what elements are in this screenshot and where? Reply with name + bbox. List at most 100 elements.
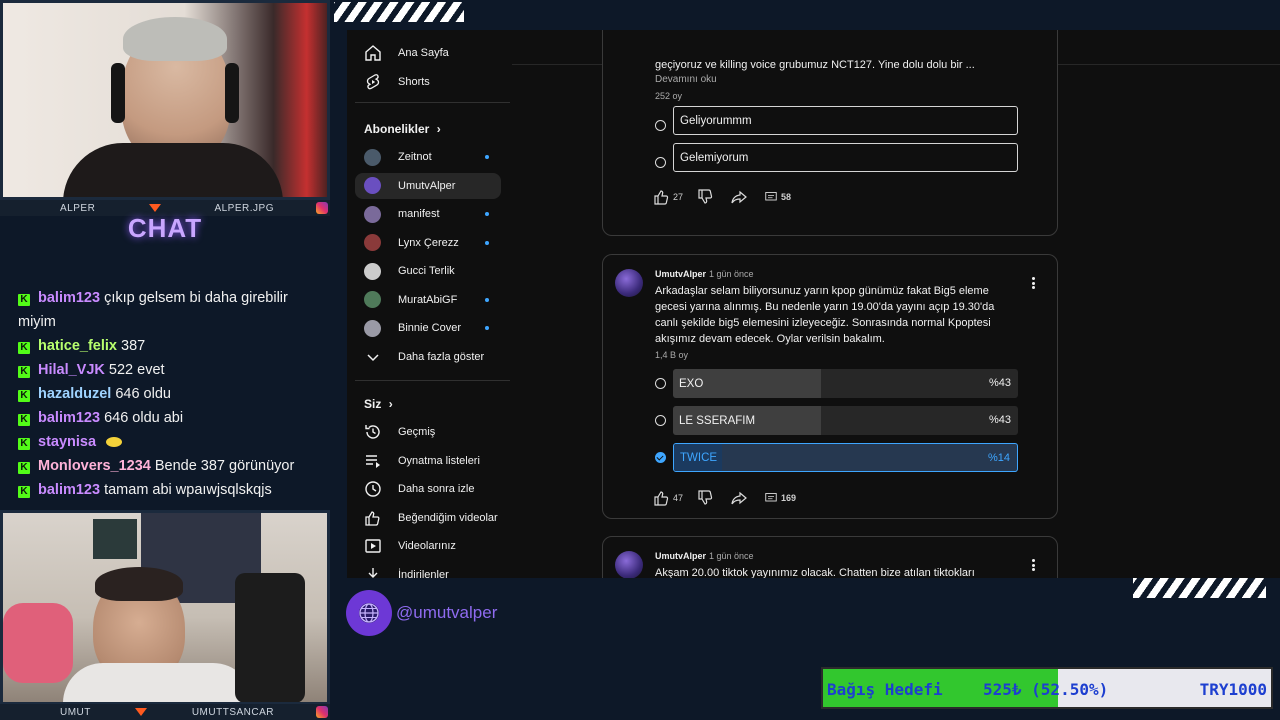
sidebar-item-label: manifest <box>398 208 440 220</box>
more-options-icon[interactable] <box>1032 277 1035 289</box>
sidebar-item-label: MuratAbiGF <box>398 293 458 306</box>
channel-name[interactable]: UmutvAlper <box>655 551 706 561</box>
sidebar-item-video[interactable]: Videolarınız <box>355 533 501 559</box>
post-card-1: geçiyoruz ve killing voice grubumuz NCT1… <box>602 30 1058 236</box>
chat-username[interactable]: Hilal_VJK <box>38 362 105 378</box>
donation-goal-bar: Bağış Hedefi 525₺ (52.50%) TRY1000 <box>821 667 1273 709</box>
dislike-icon[interactable] <box>697 189 713 205</box>
sidebar-item-subscription[interactable]: MuratAbiGF <box>355 287 501 313</box>
like-icon[interactable] <box>653 189 669 205</box>
globe-icon <box>346 590 392 636</box>
sidebar-item-playlist[interactable]: Oynatma listeleri <box>355 448 501 474</box>
sidebar-item-label: Videolarınız <box>398 540 456 553</box>
post-3-channel[interactable]: UmutvAlper 1 gün önce <box>655 551 754 561</box>
avatar <box>364 234 381 251</box>
cam1-right-label: ALPER.JPG <box>214 202 274 214</box>
sidebar-item-label: Daha sonra izle <box>398 483 475 496</box>
selected-check-icon[interactable] <box>655 452 666 463</box>
sidebar-item-subscription[interactable]: Gucci Terlik <box>355 258 501 284</box>
show-more-label: Daha fazla göster <box>398 351 485 363</box>
post-2-votes: 1,4 B oy <box>655 350 689 360</box>
chat-message: Kstaynisa <box>18 430 324 454</box>
like-count: 27 <box>673 192 684 202</box>
kick-icon: K <box>18 366 30 378</box>
share-icon[interactable] <box>731 189 747 205</box>
sidebar-item-label: UmutvAlper <box>398 179 456 192</box>
share-icon[interactable] <box>731 490 747 506</box>
cam2-right-label: UMUTTSANCAR <box>191 706 274 718</box>
kick-icon: K <box>18 294 30 306</box>
sidebar-item-subscription[interactable]: UmutvAlper <box>355 172 501 199</box>
sidebar-item-history[interactable]: Geçmiş <box>355 419 501 445</box>
poll-option-label: EXO <box>679 377 704 390</box>
sidebar-item-shorts[interactable]: Shorts <box>355 69 501 95</box>
sidebar-item-label: Zeitnot <box>398 151 432 163</box>
chat-username[interactable]: Monlovers_1234 <box>38 458 151 474</box>
poll-option[interactable]: EXO %43 <box>673 369 1018 398</box>
chevron-right-icon: › <box>436 122 441 136</box>
sidebar-divider <box>355 380 510 381</box>
chat-username[interactable]: balim123 <box>38 290 100 306</box>
comment-icon[interactable] <box>765 191 777 203</box>
comment-icon[interactable] <box>765 492 777 504</box>
youtube-channel-page: Ana SayfaVideolarShortsOynatma listeleri… <box>347 30 1280 578</box>
channel-avatar[interactable] <box>615 551 643 578</box>
chat-message: Kbalim123 646 oldu abi <box>18 406 324 430</box>
chat-text: 646 oldu <box>115 386 171 402</box>
sidebar-item-download[interactable]: İndirilenler <box>355 562 501 578</box>
read-more-link[interactable]: Devamını oku <box>655 74 717 85</box>
poll-option[interactable]: TWICE %14 <box>673 443 1018 472</box>
post-3-text: Akşam 20.00 tiktok yayınımız olacak. Cha… <box>655 567 975 578</box>
poll-option[interactable]: Geliyorummm <box>673 106 1018 135</box>
chat-username[interactable]: hazalduzel <box>38 386 111 402</box>
sidebar-item-home[interactable]: Ana Sayfa <box>355 40 501 66</box>
post-time: 1 gün önce <box>709 269 754 279</box>
you-header-label: Siz <box>364 397 382 411</box>
chat-message: K Monlovers_1234 Bende 387 görünüyor <box>18 454 324 478</box>
chat-username[interactable]: balim123 <box>38 482 100 498</box>
chat-message: Khatice_felix 387 <box>18 334 324 358</box>
radio-option[interactable] <box>655 415 666 426</box>
sidebar-item-label: Shorts <box>398 76 430 88</box>
decor-stripes-right <box>1133 578 1266 598</box>
chat-messages: Kbalim123 çıkıp gelsem bi daha girebilir … <box>18 286 324 502</box>
sidebar-item-label: Geçmiş <box>398 426 436 438</box>
new-content-dot <box>485 212 489 216</box>
poll-option-label: Geliyorummm <box>680 114 752 127</box>
poll-percentage: %43 <box>988 414 1011 426</box>
new-content-dot <box>485 155 489 159</box>
sidebar-item-subscription[interactable]: Lynx Çerezz <box>355 230 501 256</box>
poll-option[interactable]: LE SSERAFIM %43 <box>673 406 1018 435</box>
subscriptions-header[interactable]: Abonelikler › <box>364 122 441 136</box>
channel-name[interactable]: UmutvAlper <box>655 269 706 279</box>
chat-username[interactable]: balim123 <box>38 410 100 426</box>
sidebar-item-clock[interactable]: Daha sonra izle <box>355 476 501 502</box>
poll-option[interactable]: Gelemiyorum <box>673 143 1018 172</box>
sidebar-item-subscription[interactable]: manifest <box>355 201 501 227</box>
avatar <box>364 148 381 166</box>
radio-option[interactable] <box>655 157 666 168</box>
dislike-icon[interactable] <box>697 490 713 506</box>
you-header[interactable]: Siz › <box>364 397 393 411</box>
show-more-button[interactable]: Daha fazla göster <box>355 344 501 370</box>
handle-text: @umutvalper <box>396 603 498 622</box>
channel-avatar[interactable] <box>615 269 643 297</box>
poll-option-label: TWICE <box>680 451 718 464</box>
subscriptions-header-label: Abonelikler <box>364 122 430 136</box>
radio-option[interactable] <box>655 120 666 131</box>
radio-option[interactable] <box>655 378 666 389</box>
post-2-channel[interactable]: UmutvAlper 1 gün önce <box>655 269 754 279</box>
sidebar-item-subscription[interactable]: Binnie Cover <box>355 315 501 341</box>
chevron-down-icon <box>367 354 379 362</box>
home-icon <box>365 45 381 61</box>
chat-username[interactable]: staynisa <box>38 434 96 450</box>
shorts-icon <box>366 74 380 90</box>
like-icon[interactable] <box>653 490 669 506</box>
sidebar-item-like[interactable]: Beğendiğim videolar <box>355 505 501 531</box>
sidebar-item-subscription[interactable]: Zeitnot <box>355 144 501 170</box>
chat-text: Bende 387 görünüyor <box>154 458 295 474</box>
channel-handle: @umutvalper <box>346 590 497 636</box>
more-options-icon[interactable] <box>1032 559 1035 571</box>
chat-message: Khazalduzel 646 oldu <box>18 382 324 406</box>
chat-username[interactable]: hatice_felix <box>38 338 117 354</box>
